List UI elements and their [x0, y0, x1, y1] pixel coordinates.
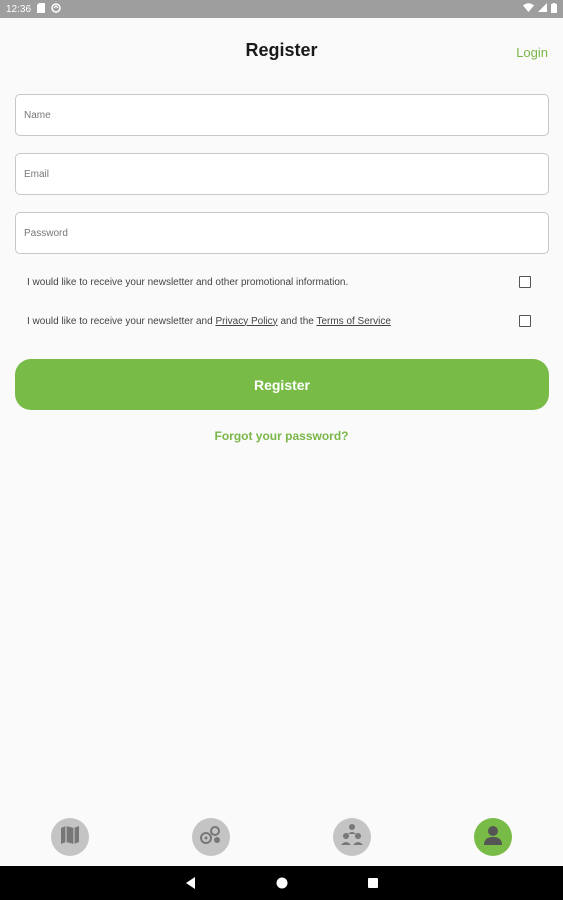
- status-bar: 12:36: [0, 0, 563, 18]
- terms-middle: and the: [277, 315, 317, 327]
- home-icon[interactable]: [275, 876, 289, 890]
- privacy-policy-link[interactable]: Privacy Policy: [215, 316, 277, 327]
- newsletter-text: I would like to receive your newsletter …: [27, 276, 349, 288]
- battery-icon: [551, 2, 557, 16]
- newsletter-row: I would like to receive your newsletter …: [27, 274, 531, 290]
- newsletter-checkbox[interactable]: [519, 276, 531, 288]
- status-time: 12:36: [6, 3, 32, 15]
- data-saver-icon: [51, 2, 61, 16]
- nav-places[interactable]: [192, 818, 230, 856]
- login-link[interactable]: Login: [516, 45, 548, 60]
- nav-group[interactable]: [333, 818, 371, 856]
- forgot-password-link[interactable]: Forgot your password?: [0, 429, 563, 443]
- name-field[interactable]: [15, 94, 549, 136]
- terms-text: I would like to receive your newsletter …: [27, 316, 519, 327]
- bottom-nav: [0, 808, 563, 866]
- nav-map[interactable]: [51, 818, 89, 856]
- terms-row: I would like to receive your newsletter …: [27, 313, 531, 329]
- password-field[interactable]: [15, 212, 549, 254]
- email-input[interactable]: [16, 154, 548, 194]
- recents-icon[interactable]: [366, 876, 380, 890]
- places-icon: [198, 822, 224, 853]
- group-icon: [339, 822, 365, 853]
- back-icon[interactable]: [184, 876, 198, 890]
- system-nav-bar: [0, 866, 563, 900]
- terms-of-service-link[interactable]: Terms of Service: [316, 316, 390, 327]
- terms-checkbox[interactable]: [519, 315, 531, 327]
- email-field[interactable]: [15, 153, 549, 195]
- app-header: Register Login: [0, 18, 563, 80]
- register-button[interactable]: Register: [15, 359, 549, 410]
- terms-prefix: I would like to receive your newsletter …: [27, 315, 216, 327]
- signal-icon: [538, 3, 547, 15]
- name-input[interactable]: [16, 95, 548, 135]
- sim-card-icon: [37, 2, 46, 16]
- nav-profile[interactable]: [474, 818, 512, 856]
- profile-icon: [481, 823, 505, 852]
- page-title: Register: [245, 40, 318, 60]
- map-icon: [58, 823, 82, 852]
- password-input[interactable]: [16, 213, 548, 253]
- wifi-icon: [523, 3, 534, 15]
